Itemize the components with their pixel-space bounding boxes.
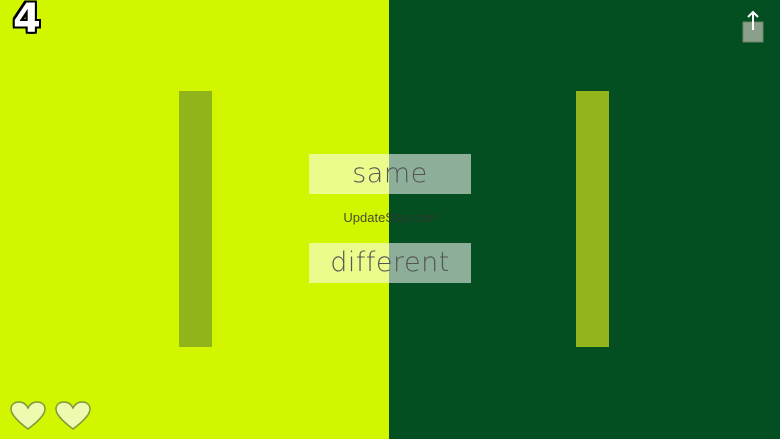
right-color-bar bbox=[576, 91, 609, 347]
score-counter: 4 bbox=[13, 0, 41, 42]
left-color-bar bbox=[179, 91, 212, 347]
same-button[interactable]: same bbox=[309, 154, 471, 194]
share-icon[interactable] bbox=[740, 10, 766, 44]
heart-icon bbox=[10, 401, 46, 431]
watermark-text: UpdateStar.com bbox=[343, 210, 437, 225]
heart-icon bbox=[55, 401, 91, 431]
lives-display bbox=[10, 401, 100, 435]
different-button[interactable]: different bbox=[309, 243, 471, 283]
